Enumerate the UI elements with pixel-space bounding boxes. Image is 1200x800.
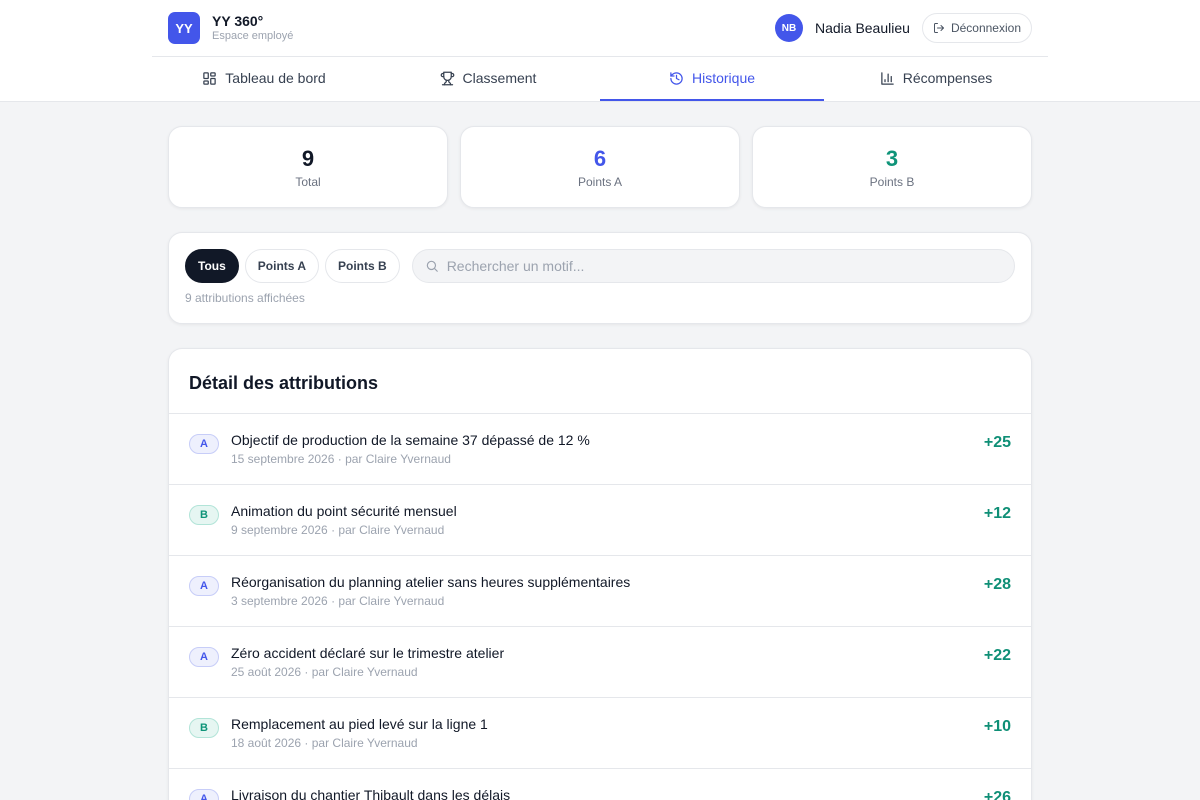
list-item[interactable]: B Remplacement au pied levé sur la ligne… — [169, 698, 1031, 769]
logout-button[interactable]: Déconnexion — [921, 13, 1032, 43]
type-badge: A — [189, 647, 219, 667]
stat-label: Points A — [577, 174, 623, 189]
item-title: Livraison du chantier Thibault dans les … — [231, 787, 511, 800]
brand-logo: YY — [168, 12, 200, 44]
stat-points-a: 6 Points A — [460, 126, 740, 208]
user-name: Nadia Beaulieu — [814, 20, 910, 36]
list-item[interactable]: A Réorganisation du planning atelier san… — [169, 556, 1031, 627]
list-item[interactable]: A Zéro accident déclaré sur le trimestre… — [169, 627, 1031, 698]
search-box[interactable] — [411, 249, 1015, 283]
logout-icon — [933, 23, 944, 33]
item-title: Remplacement au pied levé sur la ligne 1 — [231, 716, 488, 732]
item-meta: 25 août 2026 · par Claire Yvernaud — [231, 665, 418, 679]
tab-label: Récompenses — [902, 70, 993, 86]
avatar[interactable]: NB — [774, 14, 803, 42]
brand-subtitle: Espace employé — [212, 30, 294, 42]
item-title: Objectif de production de la semaine 37 … — [231, 432, 590, 448]
tab-history[interactable]: Historique — [600, 57, 824, 101]
logout-label: Déconnexion — [950, 21, 1021, 35]
stat-label: Total — [295, 174, 321, 189]
brand-name: YY 360° — [212, 13, 264, 29]
list-item[interactable]: A Livraison du chantier Thibault dans le… — [169, 769, 1031, 800]
stat-label: Points B — [869, 174, 915, 189]
tab-ranking[interactable]: Classement — [376, 57, 600, 101]
stat-value: 9 — [301, 145, 315, 171]
tab-label: Classement — [462, 70, 537, 86]
trophy-icon — [440, 71, 454, 85]
top-bar: YY YY 360° Espace employé NB Nadia Beaul… — [0, 0, 1200, 102]
header: YY YY 360° Espace employé NB Nadia Beaul… — [152, 0, 1048, 57]
item-points: +26 — [983, 789, 1011, 800]
item-points: +10 — [983, 718, 1011, 735]
stat-value: 3 — [885, 145, 899, 171]
filter-chip-points-b[interactable]: Points B — [325, 249, 400, 283]
tab-label: Tableau de bord — [225, 70, 326, 86]
main-nav: Tableau de bord Classement Historique Ré… — [152, 57, 1048, 101]
item-meta: 3 septembre 2026 · par Claire Yvernaud — [231, 594, 445, 608]
item-points: +28 — [983, 576, 1011, 593]
tab-dashboard[interactable]: Tableau de bord — [152, 57, 376, 101]
brand[interactable]: YY YY 360° Espace employé — [168, 12, 293, 44]
attribution-list: Détail des attributions A Objectif de pr… — [168, 348, 1032, 800]
type-badge: B — [189, 505, 219, 525]
list-item[interactable]: A Objectif de production de la semaine 3… — [169, 414, 1031, 485]
bar-chart-icon — [881, 71, 894, 85]
search-icon — [426, 260, 438, 272]
filter-chip-all[interactable]: Tous — [185, 249, 239, 283]
filter-panel: Tous Points A Points B 9 attributions af… — [168, 232, 1032, 324]
list-title: Détail des attributions — [169, 349, 1031, 414]
tab-label: Historique — [691, 70, 756, 86]
item-title: Animation du point sécurité mensuel — [231, 503, 457, 519]
search-input[interactable] — [446, 258, 1002, 274]
item-meta: 15 septembre 2026 · par Claire Yvernaud — [231, 452, 451, 466]
history-icon — [670, 71, 683, 85]
stat-value: 6 — [593, 145, 607, 171]
stat-points-b: 3 Points B — [752, 126, 1032, 208]
item-title: Zéro accident déclaré sur le trimestre a… — [231, 645, 505, 661]
list-item[interactable]: B Animation du point sécurité mensuel 9 … — [169, 485, 1031, 556]
type-badge: B — [189, 718, 219, 738]
type-badge: A — [189, 789, 219, 800]
item-points: +22 — [983, 647, 1011, 664]
type-badge: A — [189, 434, 219, 454]
stats-row: 9 Total 6 Points A 3 Points B — [168, 126, 1032, 208]
tab-rewards[interactable]: Récompenses — [824, 57, 1048, 101]
type-badge: A — [189, 576, 219, 596]
main-content: 9 Total 6 Points A 3 Points B Tous Point… — [168, 102, 1032, 800]
item-title: Réorganisation du planning atelier sans … — [231, 574, 631, 590]
stat-total: 9 Total — [168, 126, 448, 208]
item-points: +25 — [983, 434, 1011, 451]
filter-chip-points-a[interactable]: Points A — [244, 249, 320, 283]
item-meta: 9 septembre 2026 · par Claire Yvernaud — [231, 523, 445, 537]
item-meta: 18 août 2026 · par Claire Yvernaud — [231, 736, 418, 750]
user-area: NB Nadia Beaulieu Déconnexion — [774, 13, 1032, 43]
item-points: +12 — [983, 505, 1011, 522]
result-count: 9 attributions affichées — [185, 291, 305, 305]
dashboard-icon — [203, 71, 217, 85]
